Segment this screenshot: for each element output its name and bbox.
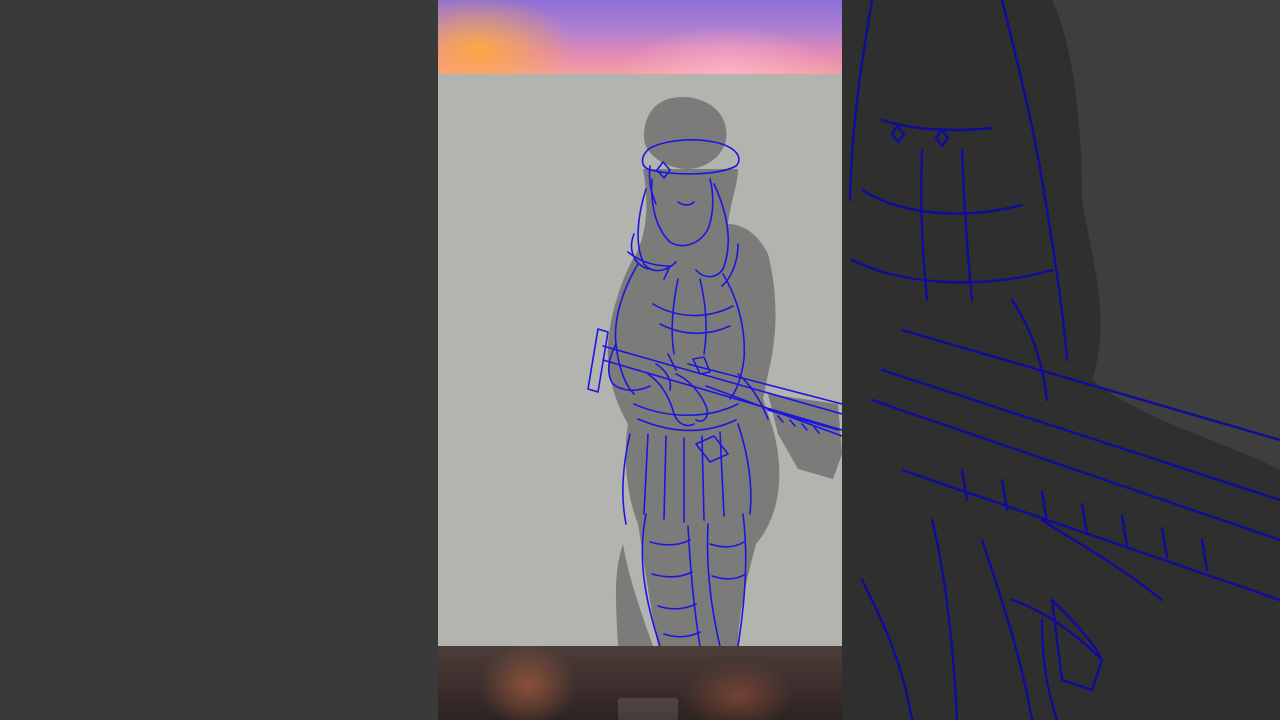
preview-overlay-shape — [618, 698, 678, 720]
next-video-preview[interactable] — [438, 646, 842, 720]
drawing-canvas[interactable] — [438, 74, 842, 646]
reference-sky-image — [438, 0, 842, 74]
zoomed-silhouette — [842, 0, 1280, 720]
sketch-artwork — [587, 97, 842, 646]
blurred-background-right — [842, 0, 1280, 720]
video-frame[interactable] — [438, 0, 842, 720]
zoomed-sketch-detail — [842, 0, 1280, 720]
video-stage[interactable] — [0, 0, 1280, 720]
blurred-background-left — [0, 0, 438, 720]
